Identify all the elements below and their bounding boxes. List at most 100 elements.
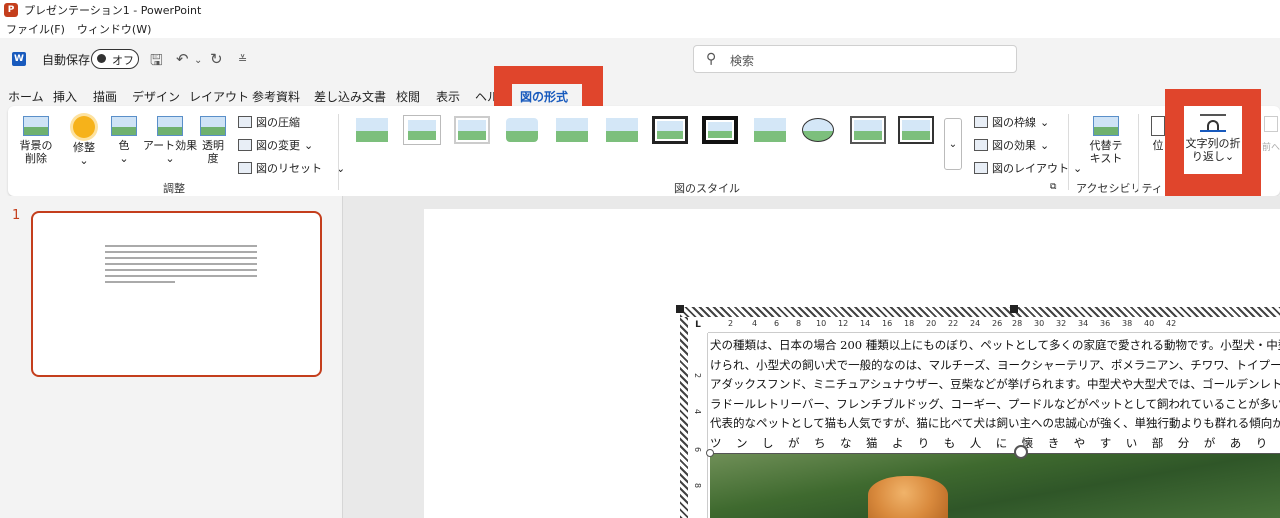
tab-insert[interactable]: 挿入 xyxy=(53,88,77,105)
style-thumbnail-icon xyxy=(556,118,588,142)
compress-icon xyxy=(238,116,252,128)
save-icon[interactable]: 🖫 xyxy=(150,50,163,75)
picture-style-8[interactable] xyxy=(702,116,738,144)
ruler-tick: 38 xyxy=(1122,319,1133,328)
style-thumbnail-icon xyxy=(708,122,732,138)
group-label-picture-styles: 図のスタイル xyxy=(674,182,740,195)
quick-access-toolbar: W 自動保存 オフ 🖫 ↶ ⌄ ↻ ≚ ⚲ 検索 xyxy=(0,38,1280,80)
tab-mailings[interactable]: 差し込み文書 xyxy=(314,88,386,105)
document-line: ラドールレトリーバー、フレンチブルドッグ、コーギー、プードルなどがペットとして飼… xyxy=(710,396,1280,411)
tab-picture-format[interactable]: 図の形式 xyxy=(520,88,569,108)
style-thumbnail-icon xyxy=(754,118,786,142)
tab-view[interactable]: 表示 xyxy=(436,88,460,105)
selection-handle[interactable] xyxy=(706,449,714,457)
picture-style-7[interactable] xyxy=(652,116,688,144)
resize-handle[interactable] xyxy=(676,305,684,313)
artistic-effects-button[interactable]: アート効果 ⌄ xyxy=(142,116,198,165)
tab-draw[interactable]: 描画 xyxy=(93,88,117,105)
search-box[interactable]: ⚲ 検索 xyxy=(693,45,1017,73)
tab-references[interactable]: 参考資料 xyxy=(252,88,300,105)
reset-picture-icon xyxy=(238,162,252,174)
resize-handle[interactable] xyxy=(1010,305,1018,313)
tab-design[interactable]: デザイン xyxy=(132,88,180,105)
selection-outline xyxy=(710,453,1280,454)
ruler-tick: 42 xyxy=(1166,319,1177,328)
picture-style-5[interactable] xyxy=(554,116,590,144)
picture-effects-icon xyxy=(974,139,988,151)
customize-icon[interactable]: ≚ xyxy=(238,53,247,66)
picture-style-1[interactable] xyxy=(354,116,390,144)
ruler-tick: 10 xyxy=(816,319,827,328)
rotate-handle-icon[interactable] xyxy=(1014,445,1028,459)
object-border-top xyxy=(680,307,1280,317)
ruler-tick: 6 xyxy=(774,319,780,328)
dog-photo[interactable] xyxy=(710,454,1280,518)
chevron-down-icon: ⌄ xyxy=(1073,161,1083,175)
word-icon: W xyxy=(12,52,26,66)
ruler-tick: 20 xyxy=(926,319,937,328)
window-title: プレゼンテーション1 - PowerPoint xyxy=(24,4,202,17)
chevron-down-icon: ⌄ xyxy=(1040,138,1050,152)
autosave-label: 自動保存 xyxy=(42,53,91,67)
ruler-tick: 2 xyxy=(693,373,702,379)
tab-layout[interactable]: レイアウト xyxy=(189,88,249,105)
gallery-more-button[interactable]: ⌄ xyxy=(944,118,962,170)
color-button[interactable]: 色 ⌄ xyxy=(110,116,138,165)
corrections-button[interactable]: 修整 ⌄ xyxy=(68,116,100,167)
picture-style-9[interactable] xyxy=(752,116,788,144)
tab-selector[interactable]: L xyxy=(688,317,708,333)
ruler-tick: 34 xyxy=(1078,319,1089,328)
picture-effects-button[interactable]: 図の効果 ⌄ xyxy=(974,137,1049,153)
picture-border-button[interactable]: 図の枠線 ⌄ xyxy=(974,114,1049,130)
transparency-button[interactable]: 透明 度 xyxy=(198,116,228,165)
ruler-tick: 8 xyxy=(693,483,702,489)
powerpoint-icon: P xyxy=(4,3,18,17)
picture-style-10[interactable] xyxy=(800,116,836,144)
remove-background-icon xyxy=(23,116,49,136)
picture-style-6[interactable] xyxy=(604,116,640,144)
dialog-launcher-icon[interactable]: ⧉ xyxy=(1050,182,1056,192)
style-thumbnail-icon xyxy=(902,120,930,140)
style-thumbnail-icon xyxy=(408,120,436,140)
style-thumbnail-icon xyxy=(356,118,388,142)
ruler-tick: 32 xyxy=(1056,319,1067,328)
color-icon xyxy=(111,116,137,136)
ruler-tick: 22 xyxy=(948,319,959,328)
reset-picture-button[interactable]: 図のリセット ⌄ xyxy=(238,160,345,176)
tab-home[interactable]: ホーム xyxy=(8,88,44,105)
undo-icon[interactable]: ↶ xyxy=(176,50,189,68)
thumbnail-text-line xyxy=(105,275,257,277)
transparency-icon xyxy=(200,116,226,136)
document-line: 代表的なペットとして猫も人気ですが、猫に比べて犬は飼い主への忠誠心が強く、単独行… xyxy=(710,416,1280,430)
compress-pictures-button[interactable]: 図の圧縮 xyxy=(238,114,300,130)
picture-layout-button[interactable]: 図のレイアウト ⌄ xyxy=(974,160,1082,176)
tab-review[interactable]: 校閲 xyxy=(396,88,420,105)
picture-style-3[interactable] xyxy=(454,116,490,144)
wrap-text-button[interactable]: 文字列の折 り返し⌄ xyxy=(1184,106,1242,174)
document-body[interactable]: 犬の種類は、日本の場合 200 種類以上にものぼり、ペットとして多くの家庭で愛さ… xyxy=(710,336,1280,454)
change-picture-button[interactable]: 図の変更 ⌄ xyxy=(238,137,313,153)
redo-icon[interactable]: ↻ xyxy=(210,50,223,68)
menu-window[interactable]: ウィンドウ(W) xyxy=(77,21,151,37)
ruler-tick: 30 xyxy=(1034,319,1045,328)
slide-thumbnail[interactable] xyxy=(31,211,322,377)
menu-file[interactable]: ファイル(F) xyxy=(6,21,65,37)
corrections-icon xyxy=(73,116,95,138)
autosave-toggle[interactable]: オフ xyxy=(91,49,139,69)
style-thumbnail-icon xyxy=(606,118,638,142)
toggle-label: オフ xyxy=(112,54,134,67)
bring-forward-button[interactable]: 前へ xyxy=(1262,114,1280,174)
document-line: ツンしがちな猫よりも人に懐きやすい部分があります xyxy=(710,435,1280,450)
ruler-tick: 8 xyxy=(796,319,802,328)
ruler-tick: 24 xyxy=(970,319,981,328)
picture-style-4[interactable] xyxy=(504,116,540,144)
undo-dropdown-icon[interactable]: ⌄ xyxy=(194,55,202,66)
picture-style-11[interactable] xyxy=(850,116,886,144)
vertical-ruler: 2 4 6 8 xyxy=(688,333,708,518)
thumbnail-text-line xyxy=(105,251,257,253)
picture-style-2[interactable] xyxy=(404,116,440,144)
picture-style-12[interactable] xyxy=(898,116,934,144)
alt-text-icon xyxy=(1093,116,1119,136)
alt-text-button[interactable]: 代替テ キスト xyxy=(1084,116,1128,165)
remove-background-button[interactable]: 背景の 削除 xyxy=(18,116,54,165)
